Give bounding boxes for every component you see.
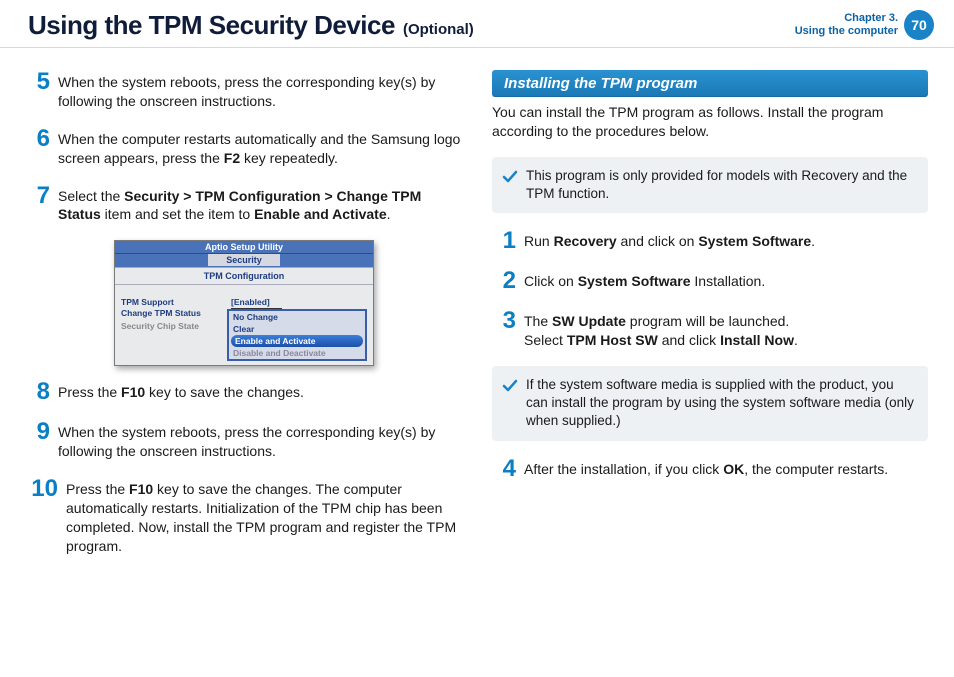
- note-text: This program is only provided for models…: [526, 167, 916, 203]
- title-block: Using the TPM Security Device (Optional): [28, 10, 474, 41]
- bios-subtitle: TPM Configuration: [115, 267, 373, 285]
- step-8: 8 Press the F10 key to save the changes.: [26, 380, 462, 404]
- chapter-line-1: Chapter 3.: [795, 12, 898, 25]
- right-step-1: 1 Run Recovery and click on System Softw…: [492, 229, 928, 253]
- step-body: Select the Security > TPM Configuration …: [58, 184, 462, 225]
- step-number: 10: [26, 477, 58, 556]
- right-step-4: 4 After the installation, if you click O…: [492, 457, 928, 481]
- step-body: Press the F10 key to save the changes. T…: [66, 477, 462, 556]
- bios-dropdown-menu: No Change Clear Enable and Activate Disa…: [227, 309, 367, 361]
- bios-row-value: [Enabled]: [231, 297, 270, 308]
- note-box-1: This program is only provided for models…: [492, 157, 928, 213]
- content-columns: 5 When the system reboots, press the cor…: [0, 48, 954, 582]
- bios-menu-item: Clear: [229, 323, 365, 335]
- step-body: When the system reboots, press the corre…: [58, 420, 462, 461]
- bios-menu-item: No Change: [229, 311, 365, 323]
- check-icon: [502, 378, 518, 394]
- bios-tab-row: Security: [115, 254, 373, 267]
- right-column: Installing the TPM program You can insta…: [492, 70, 928, 572]
- step-6: 6 When the computer restarts automatical…: [26, 127, 462, 168]
- step-number: 2: [492, 269, 516, 293]
- bios-row-label: Security Chip State: [121, 321, 231, 332]
- right-step-3: 3 The SW Update program will be launched…: [492, 309, 928, 350]
- step-9: 9 When the system reboots, press the cor…: [26, 420, 462, 461]
- bios-title: Aptio Setup Utility: [115, 241, 373, 254]
- page-header: Using the TPM Security Device (Optional)…: [0, 0, 954, 48]
- step-10: 10 Press the F10 key to save the changes…: [26, 477, 462, 556]
- bios-body: TPM Support [Enabled] Change TPM Status …: [115, 285, 373, 365]
- step-body: Click on System Software Installation.: [524, 269, 765, 293]
- bios-row-tpm-support: TPM Support [Enabled]: [121, 297, 367, 308]
- page-number-badge: 70: [904, 10, 934, 40]
- step-body: Run Recovery and click on System Softwar…: [524, 229, 815, 253]
- step-body: When the system reboots, press the corre…: [58, 70, 462, 111]
- section-intro: You can install the TPM program as follo…: [492, 103, 928, 141]
- step-number: 9: [26, 420, 50, 461]
- bios-tab-security: Security: [208, 254, 280, 266]
- bios-screenshot: Aptio Setup Utility Security TPM Configu…: [114, 240, 374, 366]
- step-number: 4: [492, 457, 516, 481]
- note-box-2: If the system software media is supplied…: [492, 366, 928, 441]
- bios-row-label: TPM Support: [121, 297, 231, 308]
- section-heading: Installing the TPM program: [492, 70, 928, 97]
- note-text: If the system software media is supplied…: [526, 376, 916, 431]
- bios-menu-item-dim: Disable and Deactivate: [229, 347, 365, 359]
- step-number: 3: [492, 309, 516, 350]
- step-number: 6: [26, 127, 50, 168]
- bios-menu-item-highlighted: Enable and Activate: [231, 335, 363, 347]
- chapter-text: Chapter 3. Using the computer: [795, 12, 898, 38]
- step-body: After the installation, if you click OK,…: [524, 457, 888, 481]
- bios-row-label: Change TPM Status: [121, 308, 231, 321]
- step-body: Press the F10 key to save the changes.: [58, 380, 304, 404]
- step-number: 7: [26, 184, 50, 225]
- check-icon: [502, 169, 518, 185]
- left-column: 5 When the system reboots, press the cor…: [26, 70, 462, 572]
- chapter-block: Chapter 3. Using the computer 70: [795, 10, 934, 40]
- step-body: When the computer restarts automatically…: [58, 127, 462, 168]
- chapter-line-2: Using the computer: [795, 25, 898, 38]
- step-number: 1: [492, 229, 516, 253]
- step-body: The SW Update program will be launched.S…: [524, 309, 798, 350]
- step-7: 7 Select the Security > TPM Configuratio…: [26, 184, 462, 225]
- page-subtitle: (Optional): [403, 21, 474, 38]
- step-5: 5 When the system reboots, press the cor…: [26, 70, 462, 111]
- step-number: 8: [26, 380, 50, 404]
- step-number: 5: [26, 70, 50, 111]
- right-step-2: 2 Click on System Software Installation.: [492, 269, 928, 293]
- page-title: Using the TPM Security Device: [28, 10, 395, 41]
